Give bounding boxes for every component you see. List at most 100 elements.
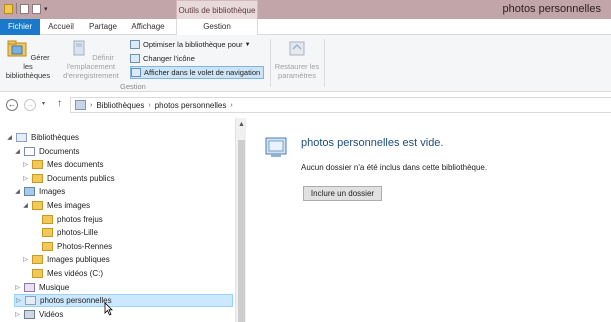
- change-icon-button[interactable]: Changer l'icône: [130, 52, 264, 65]
- show-in-nav-pane-button[interactable]: Afficher dans le volet de navigation: [130, 66, 265, 79]
- new-folder-icon[interactable]: [32, 3, 41, 14]
- address-bar-row: ← → ▾ ↑ › Bibliothèques › photos personn…: [0, 92, 611, 118]
- videos-icon: [24, 309, 35, 319]
- folder-icon: [42, 214, 53, 224]
- up-button[interactable]: ↑: [57, 98, 62, 109]
- expanded-arrow-icon[interactable]: ◢: [22, 202, 29, 209]
- tree-item[interactable]: Photos-Rennes: [32, 240, 112, 253]
- back-button[interactable]: ←: [6, 99, 18, 111]
- nav-pane-scrollbar[interactable]: ▲: [235, 118, 246, 322]
- tree-item[interactable]: photos-Lille: [32, 226, 98, 239]
- tree-item-label: Mes vidéos (C:): [47, 269, 104, 278]
- properties-icon[interactable]: [20, 3, 29, 14]
- save-location-button[interactable]: Définir l'emplacement d'enregistrement: [54, 38, 128, 80]
- tree-item-label: Mes images: [47, 201, 91, 210]
- expanded-arrow-icon[interactable]: ◢: [14, 188, 21, 195]
- expanded-arrow-icon[interactable]: ◢: [14, 148, 21, 155]
- recent-locations-chevron-icon[interactable]: ▾: [42, 100, 45, 107]
- tree-item-label: Images: [39, 187, 66, 197]
- save-location-icon: [73, 40, 85, 56]
- small-commands: Optimiser la bibliothèque pour ▼ Changer…: [130, 38, 265, 80]
- tab-share[interactable]: Partage: [82, 19, 124, 35]
- folder-icon: [32, 255, 43, 265]
- tree-item[interactable]: ▷ Documents publics: [22, 172, 115, 185]
- library-icon: [25, 296, 36, 306]
- tree-item[interactable]: ▷ Musique: [14, 281, 69, 294]
- tree-item-label: Bibliothèques: [31, 133, 80, 142]
- tree-item[interactable]: ◢ Bibliothèques: [6, 131, 79, 144]
- tree-item-label: Vidéos: [39, 309, 64, 319]
- empty-library-message: Aucun dossier n'a été inclus dans cette …: [301, 163, 488, 172]
- optimize-library-button[interactable]: Optimiser la bibliothèque pour ▼: [130, 38, 264, 51]
- tab-manage[interactable]: Gestion: [176, 19, 258, 36]
- manage-library-icon: [7, 40, 27, 57]
- tree-item-label: photos-Lille: [57, 228, 98, 238]
- divider: [270, 39, 271, 87]
- collapsed-arrow-icon[interactable]: ▷: [22, 161, 29, 168]
- folder-icon: [32, 173, 43, 183]
- optimize-label: Optimiser la bibliothèque pour: [143, 40, 243, 49]
- divider: [16, 3, 17, 14]
- title-bar: ▾ Outils de bibliothèque photos personne…: [0, 0, 611, 19]
- show-in-nav-pane-label: Afficher dans le volet de navigation: [144, 68, 261, 77]
- tree-item[interactable]: ▷ Vidéos: [14, 308, 63, 321]
- manage-libraries-button[interactable]: Gérer les bibliothèques: [4, 38, 52, 80]
- folder-icon: [32, 160, 43, 170]
- expanded-arrow-icon[interactable]: ◢: [6, 134, 13, 141]
- include-folder-button[interactable]: Inclure un dossier: [303, 186, 382, 201]
- tree-item-label: photos personnelles: [40, 296, 112, 306]
- tree-item[interactable]: ◢ Images: [14, 185, 65, 198]
- context-tab-label: Outils de bibliothèque: [176, 0, 258, 19]
- scrollbar-thumb[interactable]: [238, 140, 245, 322]
- window-title: photos personnelles: [502, 3, 601, 15]
- collapsed-arrow-icon[interactable]: ▷: [15, 297, 22, 304]
- collapsed-arrow-icon[interactable]: ▷: [22, 256, 29, 263]
- pictures-icon: [24, 187, 35, 197]
- content-pane: photos personnelles est vide. Aucun doss…: [246, 118, 611, 322]
- tree-item-label: Documents: [39, 146, 80, 156]
- chevron-down-icon: ▼: [244, 41, 251, 48]
- tree-item[interactable]: ◢ Documents: [14, 145, 79, 158]
- tree-item-label: Musique: [39, 282, 70, 292]
- breadcrumb-separator: ›: [90, 101, 93, 109]
- tree-item-label: Mes documents: [47, 160, 104, 170]
- scroll-up-icon[interactable]: ▲: [238, 121, 245, 128]
- collapsed-arrow-icon[interactable]: ▷: [22, 175, 29, 182]
- tree-item[interactable]: ▷ photos personnelles: [14, 294, 233, 308]
- library-icon: [75, 100, 86, 110]
- tab-view[interactable]: Affichage: [124, 19, 172, 35]
- customize-qat-chevron-icon[interactable]: ▾: [44, 5, 48, 13]
- optimize-icon: [130, 40, 140, 49]
- tab-file[interactable]: Fichier: [0, 19, 40, 35]
- restore-settings-button[interactable]: Restaurer les paramètres: [273, 38, 321, 80]
- tree-item[interactable]: ▷ Mes documents: [22, 158, 103, 171]
- folder-icon: [32, 201, 43, 210]
- tree-item[interactable]: ▷ Images publiques: [22, 253, 110, 266]
- library-icon: [16, 133, 27, 142]
- restore-settings-label: Restaurer les paramètres: [274, 62, 320, 80]
- arrow-right-icon: →: [26, 100, 34, 109]
- folder-icon: [42, 228, 53, 238]
- breadcrumb-photos-personnelles[interactable]: photos personnelles: [155, 101, 227, 110]
- empty-library-title: photos personnelles est vide.: [301, 137, 444, 149]
- tab-home[interactable]: Accueil: [40, 19, 82, 35]
- divider: [324, 39, 325, 87]
- tree-item-label: Images publiques: [47, 255, 110, 265]
- collapsed-arrow-icon[interactable]: ▷: [14, 311, 21, 318]
- collapsed-arrow-icon[interactable]: ▷: [14, 284, 21, 291]
- tree-item-label: Documents publics: [47, 173, 115, 183]
- forward-button[interactable]: →: [24, 99, 36, 111]
- ribbon: Gérer les bibliothèques Définir l'emplac…: [0, 35, 611, 92]
- folder-icon: [32, 269, 43, 278]
- change-icon-icon: [130, 54, 140, 63]
- tree-item[interactable]: Mes vidéos (C:): [22, 267, 103, 280]
- arrow-left-icon: ←: [8, 100, 16, 109]
- empty-library-icon: [265, 137, 287, 157]
- tree-item[interactable]: photos frejus: [32, 213, 103, 226]
- folder-icon[interactable]: [4, 3, 13, 14]
- address-bar[interactable]: › Bibliothèques › photos personnelles ›: [70, 97, 611, 113]
- ribbon-tabs: Fichier Accueil Partage Affichage Gestio…: [0, 19, 611, 36]
- breadcrumb-libraries[interactable]: Bibliothèques: [96, 101, 144, 110]
- tree-item[interactable]: ◢ Mes images: [22, 199, 90, 212]
- tree-item-label: Photos-Rennes: [57, 241, 113, 251]
